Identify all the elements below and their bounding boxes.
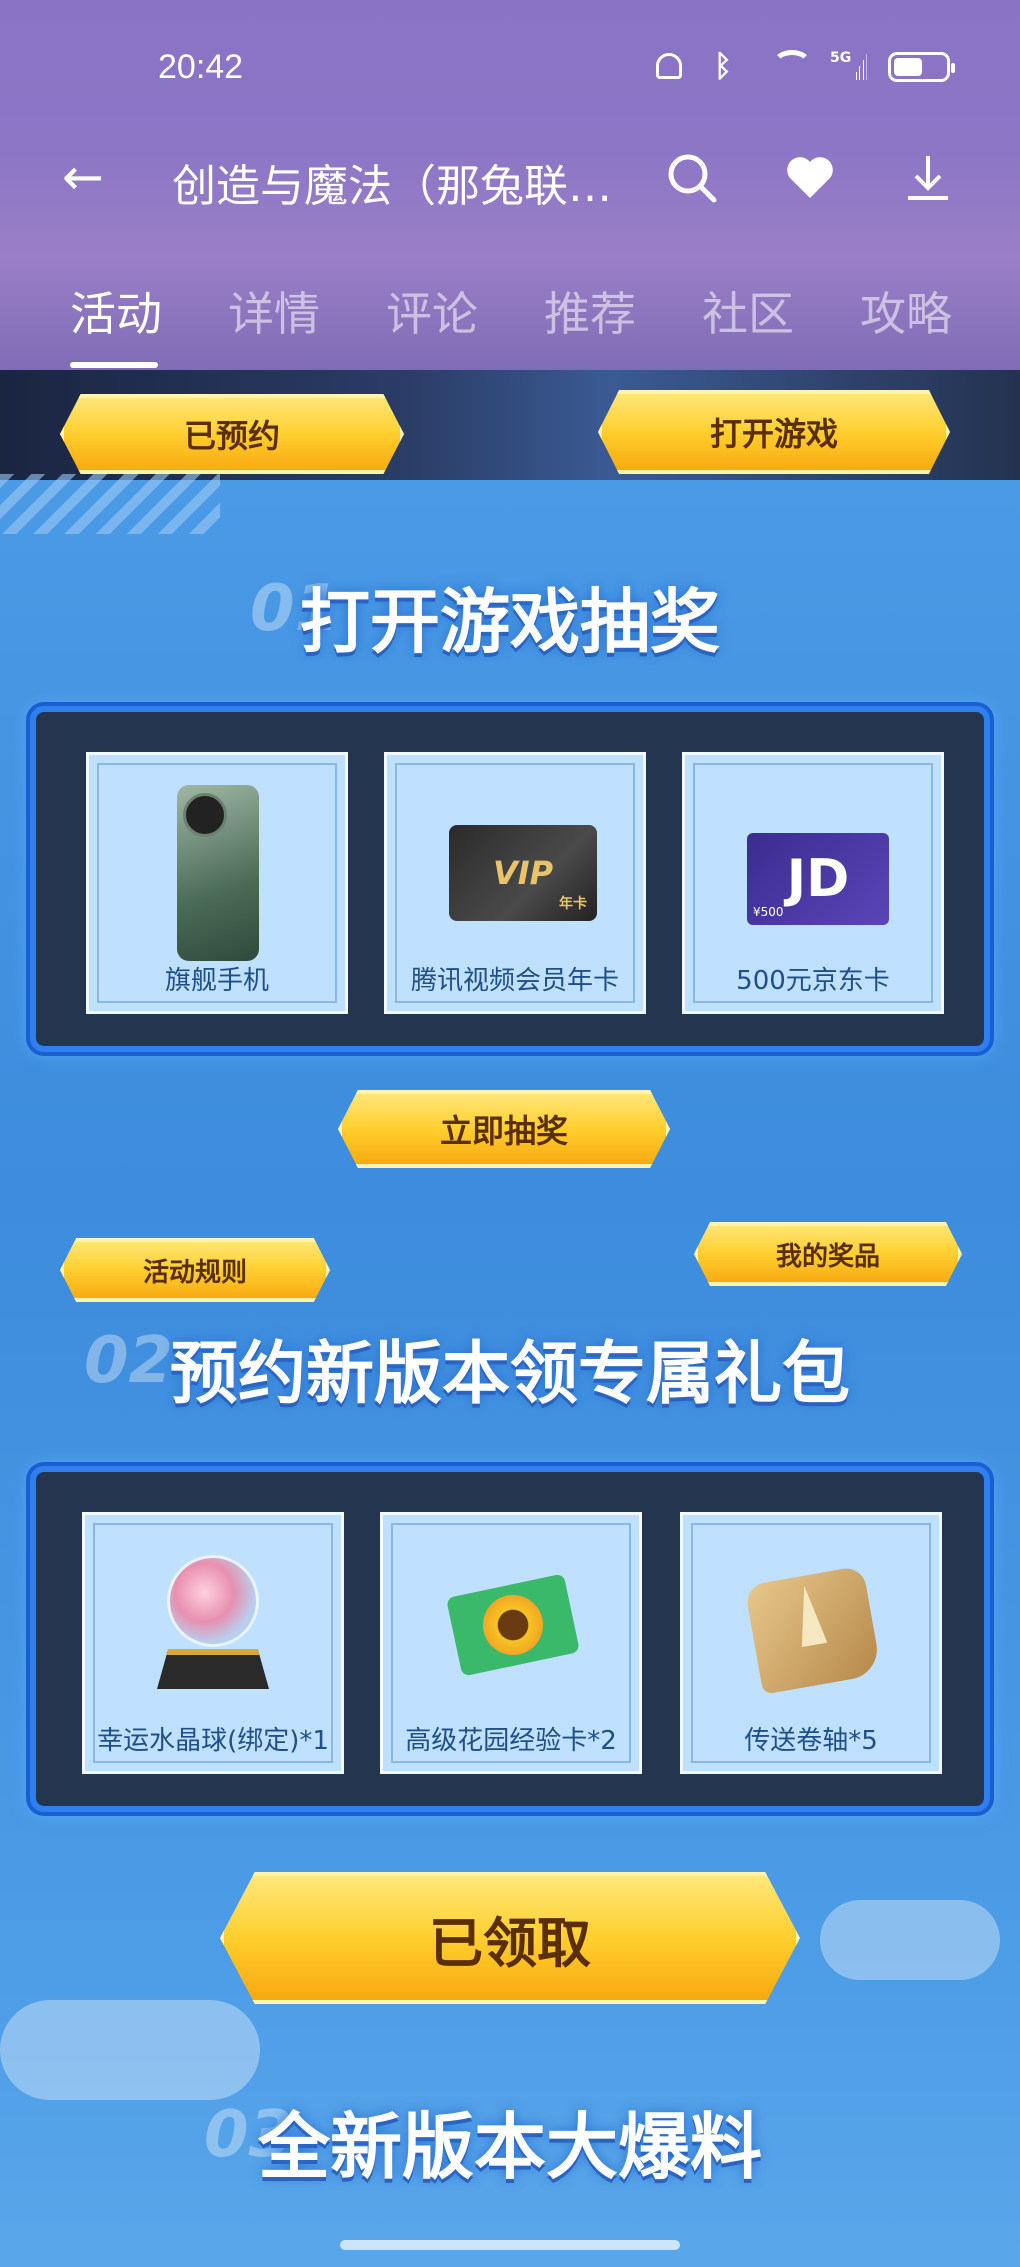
nav-bar: ← 创造与魔法（那兔联… bbox=[0, 140, 1020, 220]
teleport-scroll-icon bbox=[744, 1565, 882, 1695]
tab-activity[interactable]: 活动 bbox=[70, 278, 162, 344]
cloud-decoration bbox=[0, 2000, 260, 2100]
decorative-stripes bbox=[0, 474, 220, 534]
gift-label: 高级花园经验卡*2 bbox=[405, 1726, 617, 1756]
mute-bell-icon bbox=[656, 50, 692, 84]
wifi-icon bbox=[772, 50, 812, 84]
section1-title: 打开游戏抽奖 bbox=[300, 581, 720, 663]
section2-title: 预约新版本领专属礼包 bbox=[169, 1335, 850, 1414]
page-title: 创造与魔法（那兔联… bbox=[172, 161, 612, 212]
vip-card-icon: VIP 年卡 bbox=[449, 825, 597, 921]
activity-rules-button[interactable]: 活动规则 bbox=[60, 1238, 330, 1302]
tab-guides[interactable]: 攻略 bbox=[860, 278, 952, 344]
reserved-button[interactable]: 已预约 bbox=[60, 394, 404, 474]
gift-card-scroll: 传送卷轴*5 bbox=[680, 1512, 942, 1774]
bluetooth-icon: ᛒ bbox=[714, 49, 732, 84]
network-type: 5G bbox=[830, 50, 852, 66]
status-bar: 20:42 ᛒ 5G bbox=[0, 44, 1020, 94]
gift-panel: 幸运水晶球(绑定)*1 高级花园经验卡*2 传送卷轴*5 bbox=[30, 1466, 990, 1812]
prize-panel: 旗舰手机 VIP 年卡 腾讯视频会员年卡 JD ¥500 500元京东卡 bbox=[30, 706, 990, 1052]
tab-details[interactable]: 详情 bbox=[228, 278, 320, 344]
gift-label: 幸运水晶球(绑定)*1 bbox=[97, 1726, 329, 1756]
tab-bar: 活动 详情 评论 推荐 社区 攻略 bbox=[0, 278, 1020, 358]
prize-label: 旗舰手机 bbox=[164, 966, 269, 996]
prize-card-vip: VIP 年卡 腾讯视频会员年卡 bbox=[384, 752, 646, 1014]
prize-card-phone: 旗舰手机 bbox=[86, 752, 348, 1014]
section3-title: 全新版本大爆料 bbox=[257, 2105, 762, 2189]
gift-label: 传送卷轴*5 bbox=[744, 1726, 878, 1756]
battery-icon bbox=[888, 52, 955, 82]
phone-icon bbox=[177, 785, 259, 961]
home-indicator[interactable] bbox=[340, 2240, 680, 2250]
status-time: 20:42 bbox=[158, 48, 244, 86]
app-header: 20:42 ᛒ 5G ← 创造与魔法（那兔联… 活动 详情 评论 推荐 社区 攻… bbox=[0, 0, 1020, 370]
active-tab-indicator bbox=[70, 362, 158, 368]
prize-label: 500元京东卡 bbox=[736, 966, 890, 996]
back-arrow-icon[interactable]: ← bbox=[62, 152, 104, 202]
tab-reviews[interactable]: 评论 bbox=[386, 278, 478, 344]
tab-recommend[interactable]: 推荐 bbox=[544, 278, 636, 344]
jd-card-icon: JD ¥500 bbox=[747, 833, 889, 925]
cellular-signal-icon: 5G bbox=[830, 50, 866, 84]
favorite-heart-icon[interactable] bbox=[780, 150, 840, 210]
gift-card-crystal-ball: 幸运水晶球(绑定)*1 bbox=[82, 1512, 344, 1774]
open-game-button[interactable]: 打开游戏 bbox=[598, 390, 950, 474]
draw-now-button[interactable]: 立即抽奖 bbox=[338, 1090, 670, 1168]
prize-card-jd: JD ¥500 500元京东卡 bbox=[682, 752, 944, 1014]
tab-community[interactable]: 社区 bbox=[702, 278, 794, 344]
my-prizes-button[interactable]: 我的奖品 bbox=[694, 1222, 962, 1286]
download-icon[interactable] bbox=[898, 150, 958, 210]
crystal-ball-icon bbox=[157, 1555, 269, 1705]
cloud-decoration bbox=[820, 1900, 1000, 1980]
status-icons: ᛒ 5G bbox=[656, 49, 955, 84]
claimed-button[interactable]: 已领取 bbox=[220, 1872, 800, 2004]
search-icon[interactable] bbox=[662, 150, 722, 210]
gift-card-garden: 高级花园经验卡*2 bbox=[380, 1512, 642, 1774]
prize-label: 腾讯视频会员年卡 bbox=[410, 966, 619, 996]
